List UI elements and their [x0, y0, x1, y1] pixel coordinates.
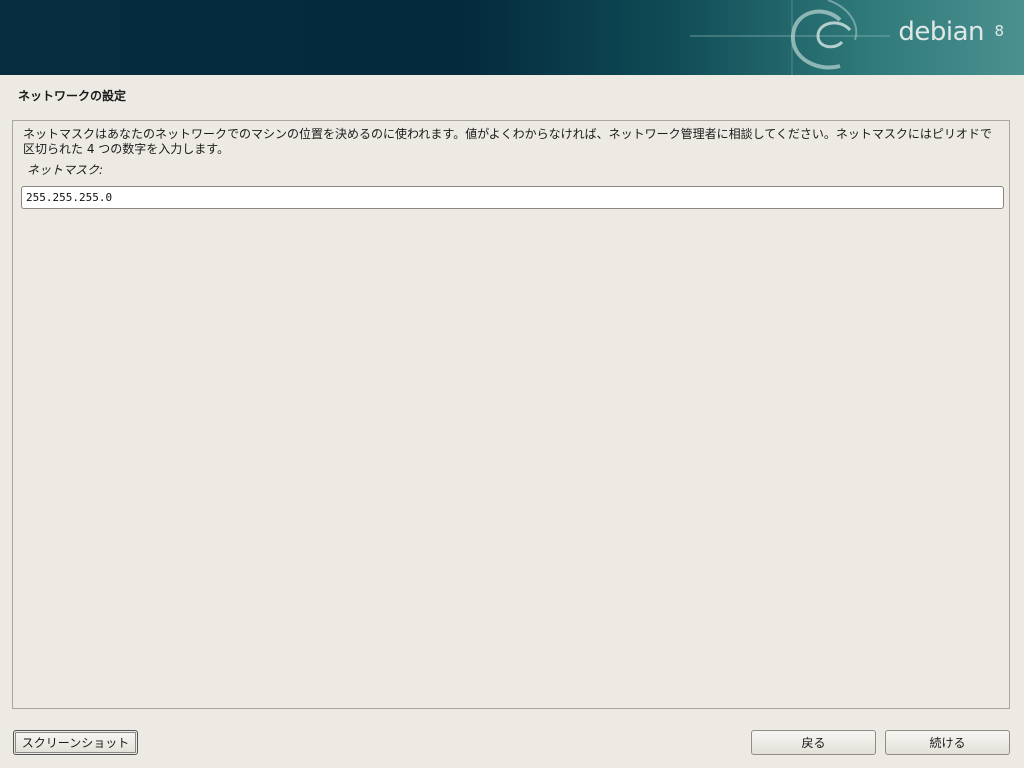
debian-banner: debian 8	[0, 0, 1024, 75]
page-title: ネットワークの設定	[18, 89, 127, 103]
netmask-input[interactable]	[21, 186, 1004, 209]
back-button[interactable]: 戻る	[751, 730, 876, 755]
debian-logo-text: debian	[898, 17, 984, 47]
netmask-label: ネットマスク:	[27, 163, 104, 177]
continue-button[interactable]: 続ける	[885, 730, 1010, 755]
screenshot-button[interactable]: スクリーンショット	[13, 730, 138, 755]
content-panel: ネットマスクはあなたのネットワークでのマシンの位置を決めるのに使われます。値がよ…	[12, 120, 1010, 709]
netmask-description: ネットマスクはあなたのネットワークでのマシンの位置を決めるのに使われます。値がよ…	[23, 127, 992, 156]
debian-swirl-icon	[690, 0, 890, 75]
debian-version: 8	[994, 22, 1004, 40]
